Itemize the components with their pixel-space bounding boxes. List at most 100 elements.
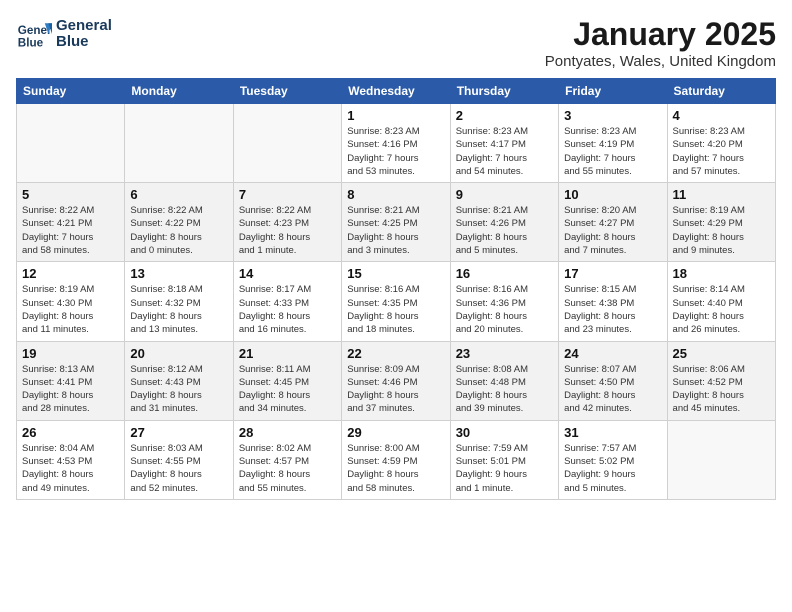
calendar-table: Sunday Monday Tuesday Wednesday Thursday… <box>16 78 776 500</box>
cell-info: Sunrise: 8:19 AM Sunset: 4:29 PM Dayligh… <box>673 204 770 257</box>
calendar-week-row: 19 Sunrise: 8:13 AM Sunset: 4:41 PM Dayli… <box>17 341 776 420</box>
table-row: 6 Sunrise: 8:22 AM Sunset: 4:22 PM Daylig… <box>125 183 233 262</box>
logo-icon: General Blue <box>16 16 52 52</box>
day-number: 30 <box>456 425 553 440</box>
cell-info: Sunrise: 8:08 AM Sunset: 4:48 PM Dayligh… <box>456 363 553 416</box>
table-row <box>125 104 233 183</box>
header-monday: Monday <box>125 79 233 104</box>
table-row: 19 Sunrise: 8:13 AM Sunset: 4:41 PM Dayli… <box>17 341 125 420</box>
cell-info: Sunrise: 8:04 AM Sunset: 4:53 PM Dayligh… <box>22 442 119 495</box>
day-number: 4 <box>673 108 770 123</box>
day-number: 9 <box>456 187 553 202</box>
header: General Blue General Blue January 2025 P… <box>16 16 776 70</box>
cell-info: Sunrise: 8:21 AM Sunset: 4:26 PM Dayligh… <box>456 204 553 257</box>
day-number: 24 <box>564 346 661 361</box>
cell-info: Sunrise: 8:06 AM Sunset: 4:52 PM Dayligh… <box>673 363 770 416</box>
header-saturday: Saturday <box>667 79 775 104</box>
title-area: January 2025 Pontyates, Wales, United Ki… <box>545 16 776 70</box>
cell-info: Sunrise: 8:09 AM Sunset: 4:46 PM Dayligh… <box>347 363 444 416</box>
cell-info: Sunrise: 7:57 AM Sunset: 5:02 PM Dayligh… <box>564 442 661 495</box>
calendar-week-row: 5Sunrise: 8:22 AM Sunset: 4:21 PM Daylig… <box>17 183 776 262</box>
month-title: January 2025 <box>545 16 776 53</box>
table-row: 8 Sunrise: 8:21 AM Sunset: 4:25 PM Daylig… <box>342 183 450 262</box>
cell-info: Sunrise: 7:59 AM Sunset: 5:01 PM Dayligh… <box>456 442 553 495</box>
table-row: 22Sunrise: 8:09 AM Sunset: 4:46 PM Dayli… <box>342 341 450 420</box>
table-row: 10 Sunrise: 8:20 AM Sunset: 4:27 PM Dayli… <box>559 183 667 262</box>
table-row <box>667 420 775 499</box>
table-row: 20 Sunrise: 8:12 AM Sunset: 4:43 PM Dayli… <box>125 341 233 420</box>
header-thursday: Thursday <box>450 79 558 104</box>
table-row: 24 Sunrise: 8:07 AM Sunset: 4:50 PM Dayli… <box>559 341 667 420</box>
day-number: 31 <box>564 425 661 440</box>
table-row: 1 Sunrise: 8:23 AM Sunset: 4:16 PM Daylig… <box>342 104 450 183</box>
cell-info: Sunrise: 8:23 AM Sunset: 4:19 PM Dayligh… <box>564 125 661 178</box>
day-number: 13 <box>130 266 227 281</box>
table-row: 5Sunrise: 8:22 AM Sunset: 4:21 PM Daylig… <box>17 183 125 262</box>
table-row: 11 Sunrise: 8:19 AM Sunset: 4:29 PM Dayli… <box>667 183 775 262</box>
header-sunday: Sunday <box>17 79 125 104</box>
day-number: 20 <box>130 346 227 361</box>
cell-info: Sunrise: 8:20 AM Sunset: 4:27 PM Dayligh… <box>564 204 661 257</box>
day-number: 10 <box>564 187 661 202</box>
day-number: 1 <box>347 108 444 123</box>
table-row: 3 Sunrise: 8:23 AM Sunset: 4:19 PM Daylig… <box>559 104 667 183</box>
cell-info: Sunrise: 8:13 AM Sunset: 4:41 PM Dayligh… <box>22 363 119 416</box>
day-number: 26 <box>22 425 119 440</box>
header-wednesday: Wednesday <box>342 79 450 104</box>
svg-text:Blue: Blue <box>18 37 44 50</box>
cell-info: Sunrise: 8:07 AM Sunset: 4:50 PM Dayligh… <box>564 363 661 416</box>
table-row: 28Sunrise: 8:02 AM Sunset: 4:57 PM Dayli… <box>233 420 341 499</box>
location: Pontyates, Wales, United Kingdom <box>545 53 776 70</box>
cell-info: Sunrise: 8:16 AM Sunset: 4:36 PM Dayligh… <box>456 283 553 336</box>
calendar-header-row: Sunday Monday Tuesday Wednesday Thursday… <box>17 79 776 104</box>
table-row <box>233 104 341 183</box>
cell-info: Sunrise: 8:03 AM Sunset: 4:55 PM Dayligh… <box>130 442 227 495</box>
day-number: 16 <box>456 266 553 281</box>
day-number: 28 <box>239 425 336 440</box>
day-number: 27 <box>130 425 227 440</box>
cell-info: Sunrise: 8:23 AM Sunset: 4:16 PM Dayligh… <box>347 125 444 178</box>
logo-line1: General <box>56 18 112 35</box>
table-row: 2 Sunrise: 8:23 AM Sunset: 4:17 PM Daylig… <box>450 104 558 183</box>
day-number: 23 <box>456 346 553 361</box>
table-row: 14 Sunrise: 8:17 AM Sunset: 4:33 PM Dayli… <box>233 262 341 341</box>
day-number: 21 <box>239 346 336 361</box>
day-number: 17 <box>564 266 661 281</box>
cell-info: Sunrise: 8:00 AM Sunset: 4:59 PM Dayligh… <box>347 442 444 495</box>
table-row: 18Sunrise: 8:14 AM Sunset: 4:40 PM Dayli… <box>667 262 775 341</box>
cell-info: Sunrise: 8:22 AM Sunset: 4:22 PM Dayligh… <box>130 204 227 257</box>
day-number: 2 <box>456 108 553 123</box>
cell-info: Sunrise: 8:18 AM Sunset: 4:32 PM Dayligh… <box>130 283 227 336</box>
table-row: 17Sunrise: 8:15 AM Sunset: 4:38 PM Dayli… <box>559 262 667 341</box>
cell-info: Sunrise: 8:11 AM Sunset: 4:45 PM Dayligh… <box>239 363 336 416</box>
cell-info: Sunrise: 8:17 AM Sunset: 4:33 PM Dayligh… <box>239 283 336 336</box>
day-number: 29 <box>347 425 444 440</box>
cell-info: Sunrise: 8:23 AM Sunset: 4:20 PM Dayligh… <box>673 125 770 178</box>
cell-info: Sunrise: 8:21 AM Sunset: 4:25 PM Dayligh… <box>347 204 444 257</box>
table-row: 12Sunrise: 8:19 AM Sunset: 4:30 PM Dayli… <box>17 262 125 341</box>
cell-info: Sunrise: 8:12 AM Sunset: 4:43 PM Dayligh… <box>130 363 227 416</box>
logo-line2: Blue <box>56 34 112 51</box>
table-row: 13 Sunrise: 8:18 AM Sunset: 4:32 PM Dayli… <box>125 262 233 341</box>
calendar-week-row: 12Sunrise: 8:19 AM Sunset: 4:30 PM Dayli… <box>17 262 776 341</box>
day-number: 19 <box>22 346 119 361</box>
day-number: 8 <box>347 187 444 202</box>
cell-info: Sunrise: 8:23 AM Sunset: 4:17 PM Dayligh… <box>456 125 553 178</box>
table-row: 23 Sunrise: 8:08 AM Sunset: 4:48 PM Dayli… <box>450 341 558 420</box>
day-number: 3 <box>564 108 661 123</box>
table-row: 27 Sunrise: 8:03 AM Sunset: 4:55 PM Dayli… <box>125 420 233 499</box>
calendar-page: General Blue General Blue January 2025 P… <box>0 0 792 508</box>
table-row: 7Sunrise: 8:22 AM Sunset: 4:23 PM Daylig… <box>233 183 341 262</box>
day-number: 6 <box>130 187 227 202</box>
cell-info: Sunrise: 8:22 AM Sunset: 4:21 PM Dayligh… <box>22 204 119 257</box>
table-row: 29 Sunrise: 8:00 AM Sunset: 4:59 PM Dayli… <box>342 420 450 499</box>
table-row: 16 Sunrise: 8:16 AM Sunset: 4:36 PM Dayli… <box>450 262 558 341</box>
day-number: 12 <box>22 266 119 281</box>
header-friday: Friday <box>559 79 667 104</box>
day-number: 11 <box>673 187 770 202</box>
table-row: 30 Sunrise: 7:59 AM Sunset: 5:01 PM Dayli… <box>450 420 558 499</box>
day-number: 15 <box>347 266 444 281</box>
table-row: 15Sunrise: 8:16 AM Sunset: 4:35 PM Dayli… <box>342 262 450 341</box>
day-number: 14 <box>239 266 336 281</box>
table-row: 25Sunrise: 8:06 AM Sunset: 4:52 PM Dayli… <box>667 341 775 420</box>
